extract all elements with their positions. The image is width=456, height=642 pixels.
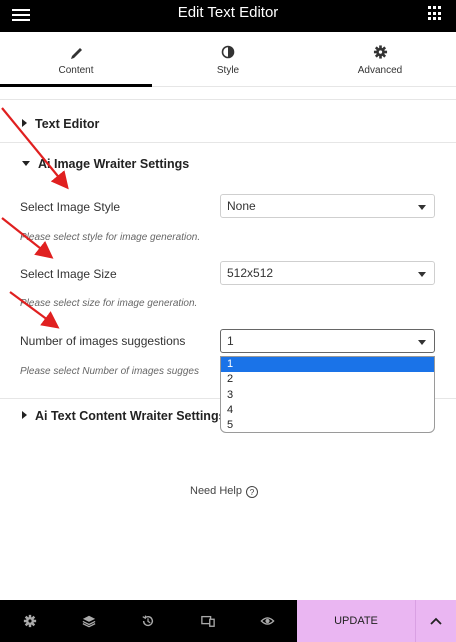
- option-5[interactable]: 5: [221, 418, 434, 432]
- section-text-editor[interactable]: Text Editor: [22, 117, 99, 131]
- option-1[interactable]: 1: [221, 357, 434, 373]
- section-image-settings[interactable]: Ai Image Wraiter Settings: [22, 157, 189, 171]
- caret-down-icon: [22, 161, 30, 166]
- history-icon[interactable]: [119, 600, 178, 642]
- divider: [0, 99, 456, 100]
- num-suggestions-options: 1 2 3 4 5: [220, 356, 435, 433]
- editor-tabs: Content Style Advanced: [0, 32, 456, 87]
- tab-content-label: Content: [58, 65, 94, 76]
- chevron-down-icon: [418, 205, 426, 210]
- num-suggestions-value: 1: [227, 334, 234, 348]
- option-3[interactable]: 3: [221, 388, 434, 403]
- image-style-value: None: [227, 199, 256, 213]
- chevron-up-icon[interactable]: [415, 600, 456, 642]
- section-text-editor-label: Text Editor: [35, 117, 100, 131]
- option-2[interactable]: 2: [221, 372, 434, 387]
- page-title: Edit Text Editor: [177, 4, 279, 21]
- tab-content[interactable]: Content: [0, 32, 152, 87]
- caret-right-icon: [22, 411, 27, 419]
- half-circle-icon: [152, 44, 304, 62]
- responsive-devices-icon[interactable]: [178, 600, 237, 642]
- image-style-select[interactable]: None: [220, 194, 435, 218]
- top-bar: Edit Text Editor: [0, 0, 456, 32]
- num-suggestions-select[interactable]: 1: [220, 329, 435, 353]
- update-button[interactable]: UPDATE: [297, 600, 415, 642]
- image-size-label: Select Image Size: [20, 267, 117, 281]
- tab-style-label: Style: [216, 65, 240, 76]
- tab-advanced[interactable]: Advanced: [304, 32, 456, 86]
- settings-gear-icon[interactable]: [0, 600, 59, 642]
- chevron-down-icon: [418, 340, 426, 345]
- preview-eye-icon[interactable]: [238, 600, 297, 642]
- image-style-help: Please select style for image generation…: [20, 232, 201, 243]
- question-circle-icon: ?: [245, 486, 258, 498]
- section-text-content-settings[interactable]: Ai Text Content Wraiter Settings: [22, 409, 226, 423]
- section-image-settings-label: Ai Image Wraiter Settings: [38, 157, 190, 171]
- image-size-value: 512x512: [227, 266, 274, 280]
- chevron-down-icon: [418, 272, 426, 277]
- image-style-label: Select Image Style: [20, 200, 121, 214]
- layers-icon[interactable]: [59, 600, 118, 642]
- need-help-label: Need Help: [190, 485, 242, 497]
- image-size-select[interactable]: 512x512: [220, 261, 435, 285]
- image-size-help: Please select size for image generation.: [20, 298, 198, 309]
- section-text-content-settings-label: Ai Text Content Wraiter Settings: [35, 409, 226, 423]
- divider: [0, 142, 456, 143]
- bottom-toolbar: UPDATE: [0, 600, 456, 642]
- option-4[interactable]: 4: [221, 403, 434, 418]
- tab-style[interactable]: Style: [152, 32, 304, 86]
- num-suggestions-help: Please select Number of images sugges: [20, 366, 199, 377]
- gear-icon: [304, 44, 456, 62]
- pencil-icon: [0, 44, 152, 62]
- num-suggestions-label: Number of images suggestions: [20, 334, 186, 348]
- need-help-link[interactable]: Need Help?: [190, 485, 258, 498]
- widgets-grid-icon[interactable]: [428, 6, 443, 21]
- tab-advanced-label: Advanced: [357, 65, 403, 76]
- caret-right-icon: [22, 119, 27, 127]
